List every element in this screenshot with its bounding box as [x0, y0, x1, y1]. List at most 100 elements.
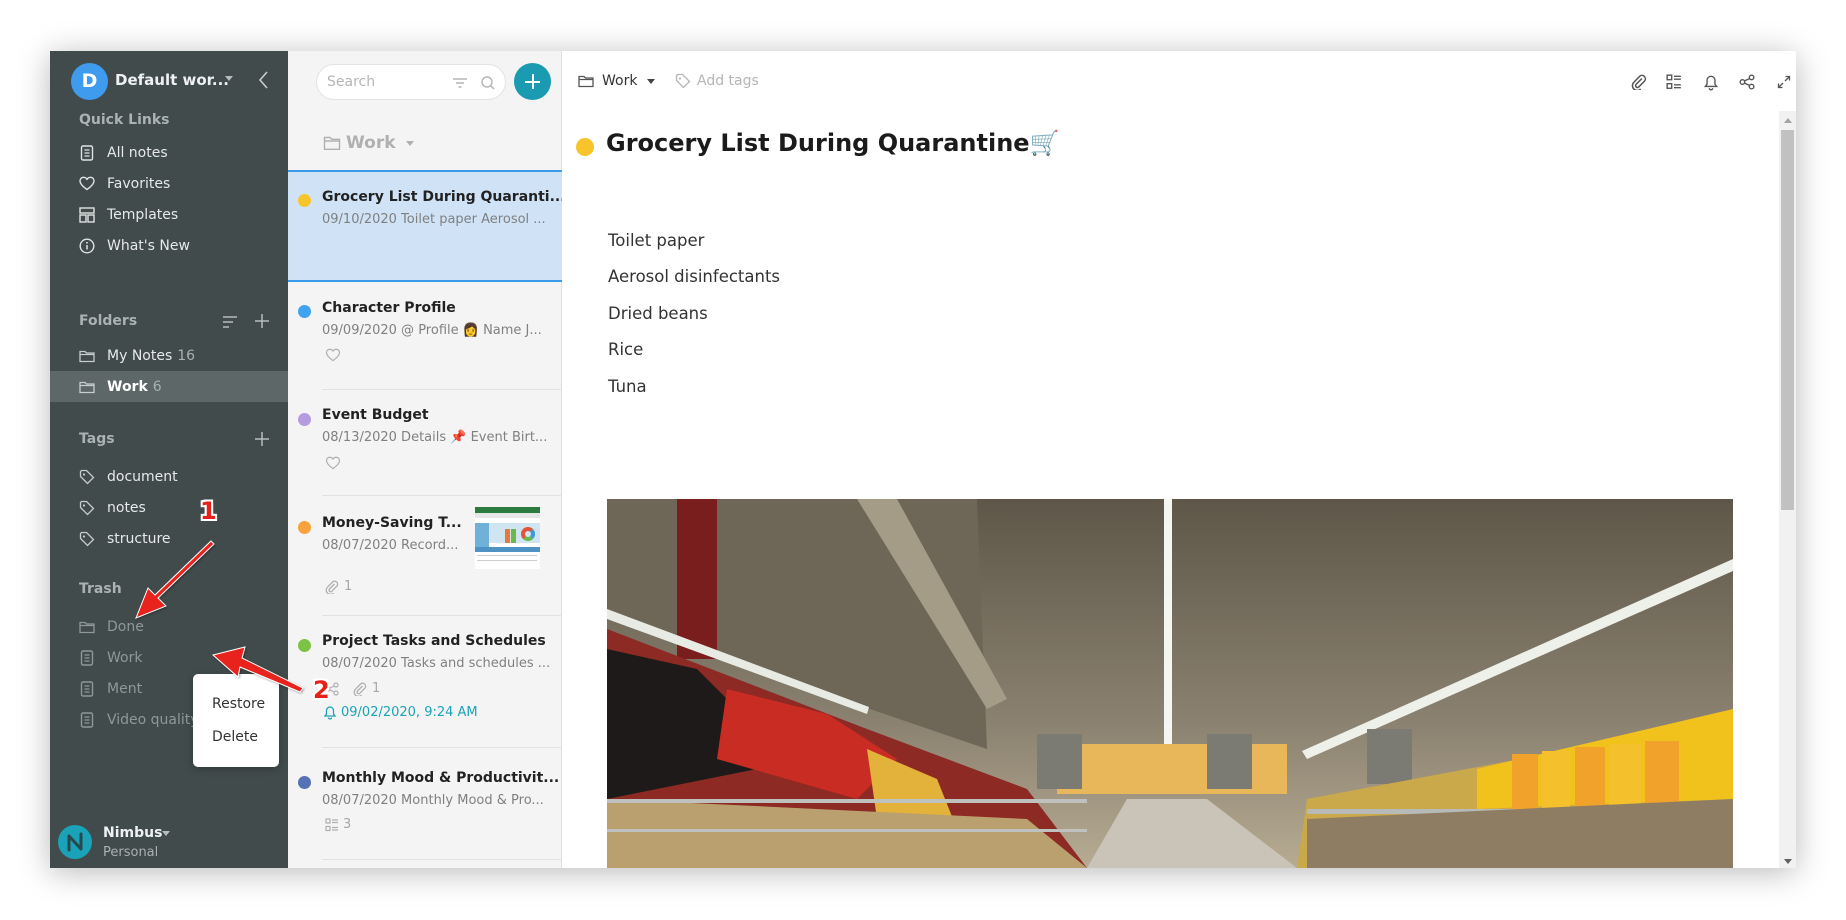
sidebar-item-favorites[interactable]: Favorites — [50, 168, 288, 199]
note-title: Character Profile — [322, 300, 456, 316]
bell-icon — [323, 706, 337, 720]
user-dropdown-icon[interactable] — [162, 831, 170, 836]
note-snippet: 09/09/2020 @ Profile 👩 Name J... — [322, 323, 542, 338]
note-color-dot — [298, 521, 311, 534]
task-count: 3 — [325, 817, 351, 832]
trash-item-label: Video quality — [107, 711, 199, 728]
note-list-item[interactable]: Grocery List During Quaranti... 09/10/20… — [288, 170, 566, 282]
scroll-down-arrow[interactable] — [1784, 859, 1792, 864]
attachment-icon[interactable] — [1628, 71, 1650, 93]
step-number-2: 2 — [313, 676, 330, 704]
supermarket-photo[interactable] — [607, 499, 1733, 868]
note-title[interactable]: Grocery List During Quarantine🛒 — [606, 129, 1059, 157]
folder-icon — [578, 75, 594, 88]
tag-icon — [675, 73, 691, 89]
search-placeholder: Search — [327, 74, 376, 90]
note-color-dot — [298, 639, 311, 652]
note-title: Monthly Mood & Productivit... — [322, 770, 560, 786]
note-snippet: 08/07/2020 Record... — [322, 538, 459, 553]
sidebar-tag-document[interactable]: document — [50, 461, 288, 492]
note-snippet: 09/10/2020 Toilet paper Aerosol ... — [322, 212, 546, 227]
note-list-item[interactable]: Event Budget 08/13/2020 Details 📌 Event … — [288, 389, 562, 495]
step-number-1: 1 — [200, 497, 217, 525]
note-icon — [79, 144, 95, 161]
note-color-dot[interactable] — [576, 138, 594, 156]
filter-icon[interactable] — [452, 75, 468, 91]
sidebar-folder-work[interactable]: Work 6 — [50, 371, 288, 402]
divider — [322, 615, 562, 616]
reminder-bell-icon[interactable] — [1700, 71, 1722, 93]
note-title: Grocery List During Quaranti... — [322, 189, 566, 205]
add-tag-icon[interactable] — [254, 431, 270, 447]
trash-heading: Trash — [79, 581, 122, 597]
note-list-panel: Search Work Grocery List During Quaranti… — [288, 51, 566, 868]
editor-folder-selector[interactable]: Work — [578, 73, 656, 89]
scroll-up-arrow[interactable] — [1784, 118, 1792, 123]
folder-label: My Notes — [107, 347, 173, 364]
folder-icon — [79, 379, 95, 395]
tag-icon — [79, 469, 95, 485]
restore-menu-item[interactable]: Restore — [212, 696, 265, 712]
sidebar-tag-structure[interactable]: structure — [50, 523, 288, 554]
folder-icon — [79, 619, 95, 635]
tag-icon — [79, 500, 95, 516]
sidebar-item-whats-new[interactable]: What's New — [50, 230, 288, 261]
note-list-item[interactable]: Monthly Mood & Productivit... 08/07/2020… — [288, 747, 562, 868]
tag-label: structure — [107, 530, 171, 547]
divider — [322, 495, 562, 496]
delete-menu-item[interactable]: Delete — [212, 729, 258, 745]
scrollbar-thumb[interactable] — [1781, 130, 1794, 510]
quick-links-heading: Quick Links — [79, 112, 170, 128]
sidebar-item-all-notes[interactable]: All notes — [50, 137, 288, 168]
workspace-dropdown-icon[interactable] — [225, 76, 233, 81]
trash-item-work[interactable]: Work — [50, 642, 288, 673]
note-line[interactable]: Rice — [608, 340, 643, 359]
share-icon[interactable] — [1736, 71, 1758, 93]
favorite-heart-icon[interactable] — [325, 348, 341, 362]
search-icon[interactable] — [480, 75, 496, 91]
workspace-avatar[interactable]: D — [71, 63, 108, 100]
note-list-item[interactable]: Character Profile 09/09/2020 @ Profile 👩… — [288, 282, 562, 389]
note-line[interactable]: Tuna — [608, 377, 647, 396]
note-color-dot — [298, 305, 311, 318]
search-input[interactable]: Search — [316, 64, 506, 100]
note-list-folder-name: Work — [346, 133, 396, 153]
note-line[interactable]: Toilet paper — [608, 231, 704, 250]
workspace-name[interactable]: Default wor... — [115, 71, 229, 89]
note-color-dot — [298, 194, 311, 207]
fullscreen-icon[interactable] — [1773, 71, 1795, 93]
favorite-heart-icon[interactable] — [325, 456, 341, 470]
user-plan: Personal — [103, 845, 159, 860]
trash-item-done[interactable]: Done — [50, 611, 288, 642]
note-list-item[interactable]: Money-Saving T... 08/07/2020 Record... 1 — [288, 495, 562, 615]
sidebar-item-label: Favorites — [107, 175, 171, 192]
attachment-count: 1 — [325, 579, 352, 594]
sidebar-tag-notes[interactable]: notes — [50, 492, 288, 523]
note-line[interactable]: Aerosol disinfectants — [608, 267, 780, 286]
templates-icon — [79, 206, 95, 223]
add-tags-label: Add tags — [697, 73, 759, 89]
note-list-folder-selector[interactable]: Work — [323, 133, 414, 153]
sidebar-item-templates[interactable]: Templates — [50, 199, 288, 230]
folder-label: Work — [107, 378, 148, 395]
user-name[interactable]: Nimbus — [103, 825, 162, 841]
divider — [322, 389, 562, 390]
trash-item-label: Work — [107, 649, 143, 666]
trash-context-menu: Restore Delete — [193, 674, 279, 767]
table-of-contents-icon[interactable] — [1663, 71, 1685, 93]
sidebar-item-label: All notes — [107, 144, 168, 161]
sort-folders-icon[interactable] — [222, 314, 238, 330]
folder-icon — [79, 348, 95, 364]
add-folder-icon[interactable] — [254, 313, 270, 329]
user-avatar[interactable] — [58, 825, 92, 859]
editor-scrollbar[interactable] — [1779, 111, 1796, 868]
collapse-sidebar-icon[interactable] — [255, 69, 273, 91]
note-line[interactable]: Dried beans — [608, 304, 708, 323]
tag-icon — [79, 531, 95, 547]
sidebar-folder-my-notes[interactable]: My Notes 16 — [50, 340, 288, 371]
reminder[interactable]: 09/02/2020, 9:24 AM — [323, 705, 478, 720]
paperclip-icon — [325, 580, 339, 594]
add-tags-button[interactable]: Add tags — [675, 73, 759, 89]
note-snippet: 08/07/2020 Tasks and schedules ... — [322, 656, 551, 671]
add-note-button[interactable] — [514, 63, 551, 100]
